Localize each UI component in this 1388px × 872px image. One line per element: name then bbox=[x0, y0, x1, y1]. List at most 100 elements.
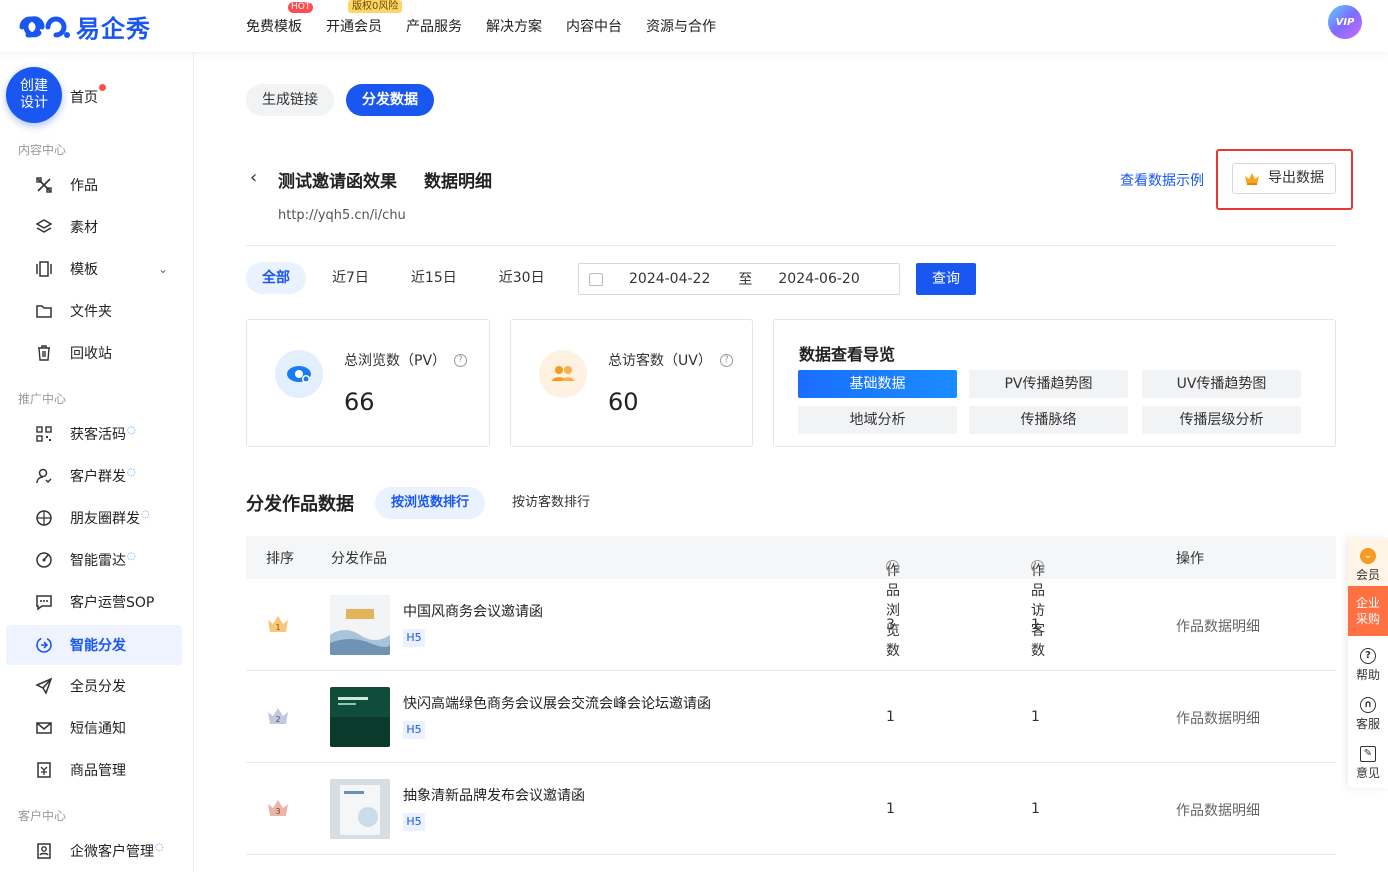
brand-logo[interactable]: 易企秀 bbox=[18, 9, 151, 44]
sidebar-item-products[interactable]: 商品管理 bbox=[6, 750, 182, 790]
sidebar-item-templates[interactable]: 模板 ⌄ bbox=[6, 249, 182, 289]
guide-basic-data[interactable]: 基础数据 bbox=[798, 370, 957, 398]
sort-by-uv-tab[interactable]: 按访客数排行 bbox=[496, 487, 606, 519]
float-label: 企业 bbox=[1355, 596, 1380, 610]
sidebar-item-home[interactable]: 首页 bbox=[70, 87, 98, 107]
work-thumbnail[interactable] bbox=[330, 687, 390, 747]
topnav-content-hub[interactable]: 内容中台 bbox=[566, 16, 622, 36]
work-detail-link[interactable]: 作品数据明细 bbox=[1176, 616, 1260, 636]
chat-bubble-icon: ◌ bbox=[141, 508, 150, 520]
query-button[interactable]: 查询 bbox=[916, 263, 976, 295]
sidebar-item-label: 回收站 bbox=[70, 346, 112, 362]
help-icon[interactable]: ? bbox=[1031, 560, 1044, 573]
help-icon[interactable]: ? bbox=[886, 560, 899, 573]
calendar-icon bbox=[589, 272, 603, 286]
sidebar-item-sms[interactable]: 短信通知 bbox=[6, 708, 182, 748]
float-feedback-button[interactable]: ✎ 意见 bbox=[1348, 746, 1388, 781]
end-date[interactable]: 2024-06-20 bbox=[778, 271, 859, 287]
sidebar-item-wecom-customers[interactable]: 企微客户管理 ◌ bbox=[6, 831, 182, 871]
range-7d[interactable]: 近7日 bbox=[316, 262, 385, 294]
create-design-button[interactable]: 创建 设计 bbox=[6, 67, 62, 123]
export-data-button[interactable]: 导出数据 bbox=[1232, 163, 1336, 194]
float-vip-button[interactable]: ⌄ 会员 bbox=[1348, 538, 1388, 586]
float-label: 客服 bbox=[1355, 717, 1380, 731]
float-label: 采购 bbox=[1355, 612, 1380, 626]
range-30d[interactable]: 近30日 bbox=[483, 262, 561, 294]
floating-toolbar: ⌄ 会员 企业 采购 ? 帮助 ∩ 客服 ✎ 意见 bbox=[1348, 538, 1388, 788]
sidebar-item-customer-broadcast[interactable]: 客户群发 ◌ bbox=[6, 456, 182, 496]
work-detail-link[interactable]: 作品数据明细 bbox=[1176, 800, 1260, 820]
guide-pv-trend[interactable]: PV传播趋势图 bbox=[969, 370, 1128, 398]
user-send-icon bbox=[34, 466, 54, 486]
range-15d[interactable]: 近15日 bbox=[395, 262, 473, 294]
sort-by-pv-tab[interactable]: 按浏览数排行 bbox=[375, 487, 486, 519]
sidebar-item-smart-distribution[interactable]: 智能分发 bbox=[6, 625, 182, 665]
topnav-products[interactable]: 产品服务 bbox=[406, 16, 462, 36]
sidebar-item-recycle-bin[interactable]: 回收站 bbox=[6, 333, 182, 373]
guide-card: 数据查看导览 基础数据 PV传播趋势图 UV传播趋势图 地域分析 传播脉络 传播… bbox=[773, 319, 1336, 447]
sidebar-item-materials[interactable]: 素材 bbox=[6, 207, 182, 247]
work-name[interactable]: 抽象清新品牌发布会议邀请函 bbox=[403, 785, 585, 805]
divider bbox=[246, 245, 1336, 246]
pv-label-row: 总浏览数（PV）? bbox=[344, 350, 468, 370]
sidebar-item-lead-code[interactable]: 获客活码 ◌ bbox=[6, 414, 182, 454]
tab-generate-link[interactable]: 生成链接 bbox=[246, 84, 334, 116]
back-arrow-icon[interactable]: ‹ bbox=[250, 167, 257, 188]
help-icon[interactable]: ? bbox=[719, 353, 733, 367]
float-label: 意见 bbox=[1355, 766, 1380, 780]
export-label: 导出数据 bbox=[1268, 170, 1324, 186]
guide-spread-level[interactable]: 传播层级分析 bbox=[1142, 406, 1301, 434]
date-range-picker[interactable]: 2024-04-22 至 2024-06-20 bbox=[578, 263, 900, 295]
topnav-membership[interactable]: 开通会员 版权0风险 bbox=[326, 0, 403, 36]
sidebar-item-label: 作品 bbox=[70, 178, 98, 194]
section-promo-title: 推广中心 bbox=[18, 392, 67, 406]
chevron-down-icon: ⌄ bbox=[157, 262, 168, 276]
work-pv: 1 bbox=[886, 801, 895, 817]
pv-card: 总浏览数（PV）? 66 bbox=[246, 319, 490, 447]
vip-avatar[interactable]: VIP bbox=[1328, 5, 1362, 39]
range-all[interactable]: 全部 bbox=[246, 262, 306, 294]
sidebar-item-works[interactable]: 作品 bbox=[6, 165, 182, 205]
sidebar-item-customer-sop[interactable]: 客户运营SOP bbox=[6, 582, 182, 622]
create-label: 设计 bbox=[20, 95, 48, 111]
work-uv: 1 bbox=[1031, 801, 1040, 817]
sidebar-item-staff-distribution[interactable]: 全员分发 bbox=[6, 666, 182, 706]
work-name[interactable]: 快闪高端绿色商务会议展会交流会峰会论坛邀请函 bbox=[403, 693, 711, 713]
eye-icon bbox=[275, 350, 323, 398]
edit-icon: ✎ bbox=[1360, 746, 1376, 762]
guide-spread-path[interactable]: 传播脉络 bbox=[969, 406, 1128, 434]
crown-icon bbox=[1245, 172, 1259, 185]
chat-bubble-icon: ◌ bbox=[127, 550, 136, 562]
float-enterprise-button[interactable]: 企业 采购 bbox=[1348, 586, 1388, 636]
work-detail-link[interactable]: 作品数据明细 bbox=[1176, 708, 1260, 728]
sidebar-item-smart-radar[interactable]: 智能雷达 ◌ bbox=[6, 540, 182, 580]
sidebar-item-moments-broadcast[interactable]: 朋友圈群发 ◌ bbox=[6, 498, 182, 538]
table-header: 排序 分发作品 作品浏览数? 作品访客数? 操作 bbox=[246, 536, 1336, 659]
sidebar-item-label: 智能雷达 bbox=[70, 553, 126, 569]
h5-tag: H5 bbox=[403, 721, 425, 739]
sidebar-item-label: 客户群发 bbox=[70, 469, 126, 485]
start-date[interactable]: 2024-04-22 bbox=[629, 271, 710, 287]
tab-distribution-data[interactable]: 分发数据 bbox=[346, 84, 434, 116]
sidebar-item-label: 企微客户管理 bbox=[70, 844, 154, 860]
uv-label-row: 总访客数（UV）? bbox=[608, 350, 733, 370]
help-icon[interactable]: ? bbox=[454, 353, 468, 367]
chat-bubble-icon: ◌ bbox=[127, 424, 136, 436]
view-example-link[interactable]: 查看数据示例 bbox=[1120, 170, 1204, 190]
sidebar-item-label: 短信通知 bbox=[70, 721, 126, 737]
topnav-solutions[interactable]: 解决方案 bbox=[486, 16, 542, 36]
trash-icon bbox=[34, 343, 54, 363]
topnav-free-templates[interactable]: 免费模板 HOT bbox=[246, 2, 314, 36]
guide-uv-trend[interactable]: UV传播趋势图 bbox=[1142, 370, 1301, 398]
work-thumbnail[interactable] bbox=[330, 595, 390, 655]
work-name[interactable]: 中国风商务会议邀请函 bbox=[403, 601, 543, 621]
work-thumbnail[interactable] bbox=[330, 779, 390, 839]
share-url[interactable]: http://yqh5.cn/i/chu bbox=[278, 208, 406, 223]
float-help-button[interactable]: ? 帮助 bbox=[1348, 648, 1388, 683]
topnav-resources[interactable]: 资源与合作 bbox=[646, 16, 716, 36]
sidebar-item-label: 客户运营SOP bbox=[70, 595, 155, 611]
sidebar-item-folders[interactable]: 文件夹 bbox=[6, 291, 182, 331]
topnav-label: 产品服务 bbox=[406, 19, 462, 35]
guide-region[interactable]: 地域分析 bbox=[798, 406, 957, 434]
float-service-button[interactable]: ∩ 客服 bbox=[1348, 697, 1388, 732]
